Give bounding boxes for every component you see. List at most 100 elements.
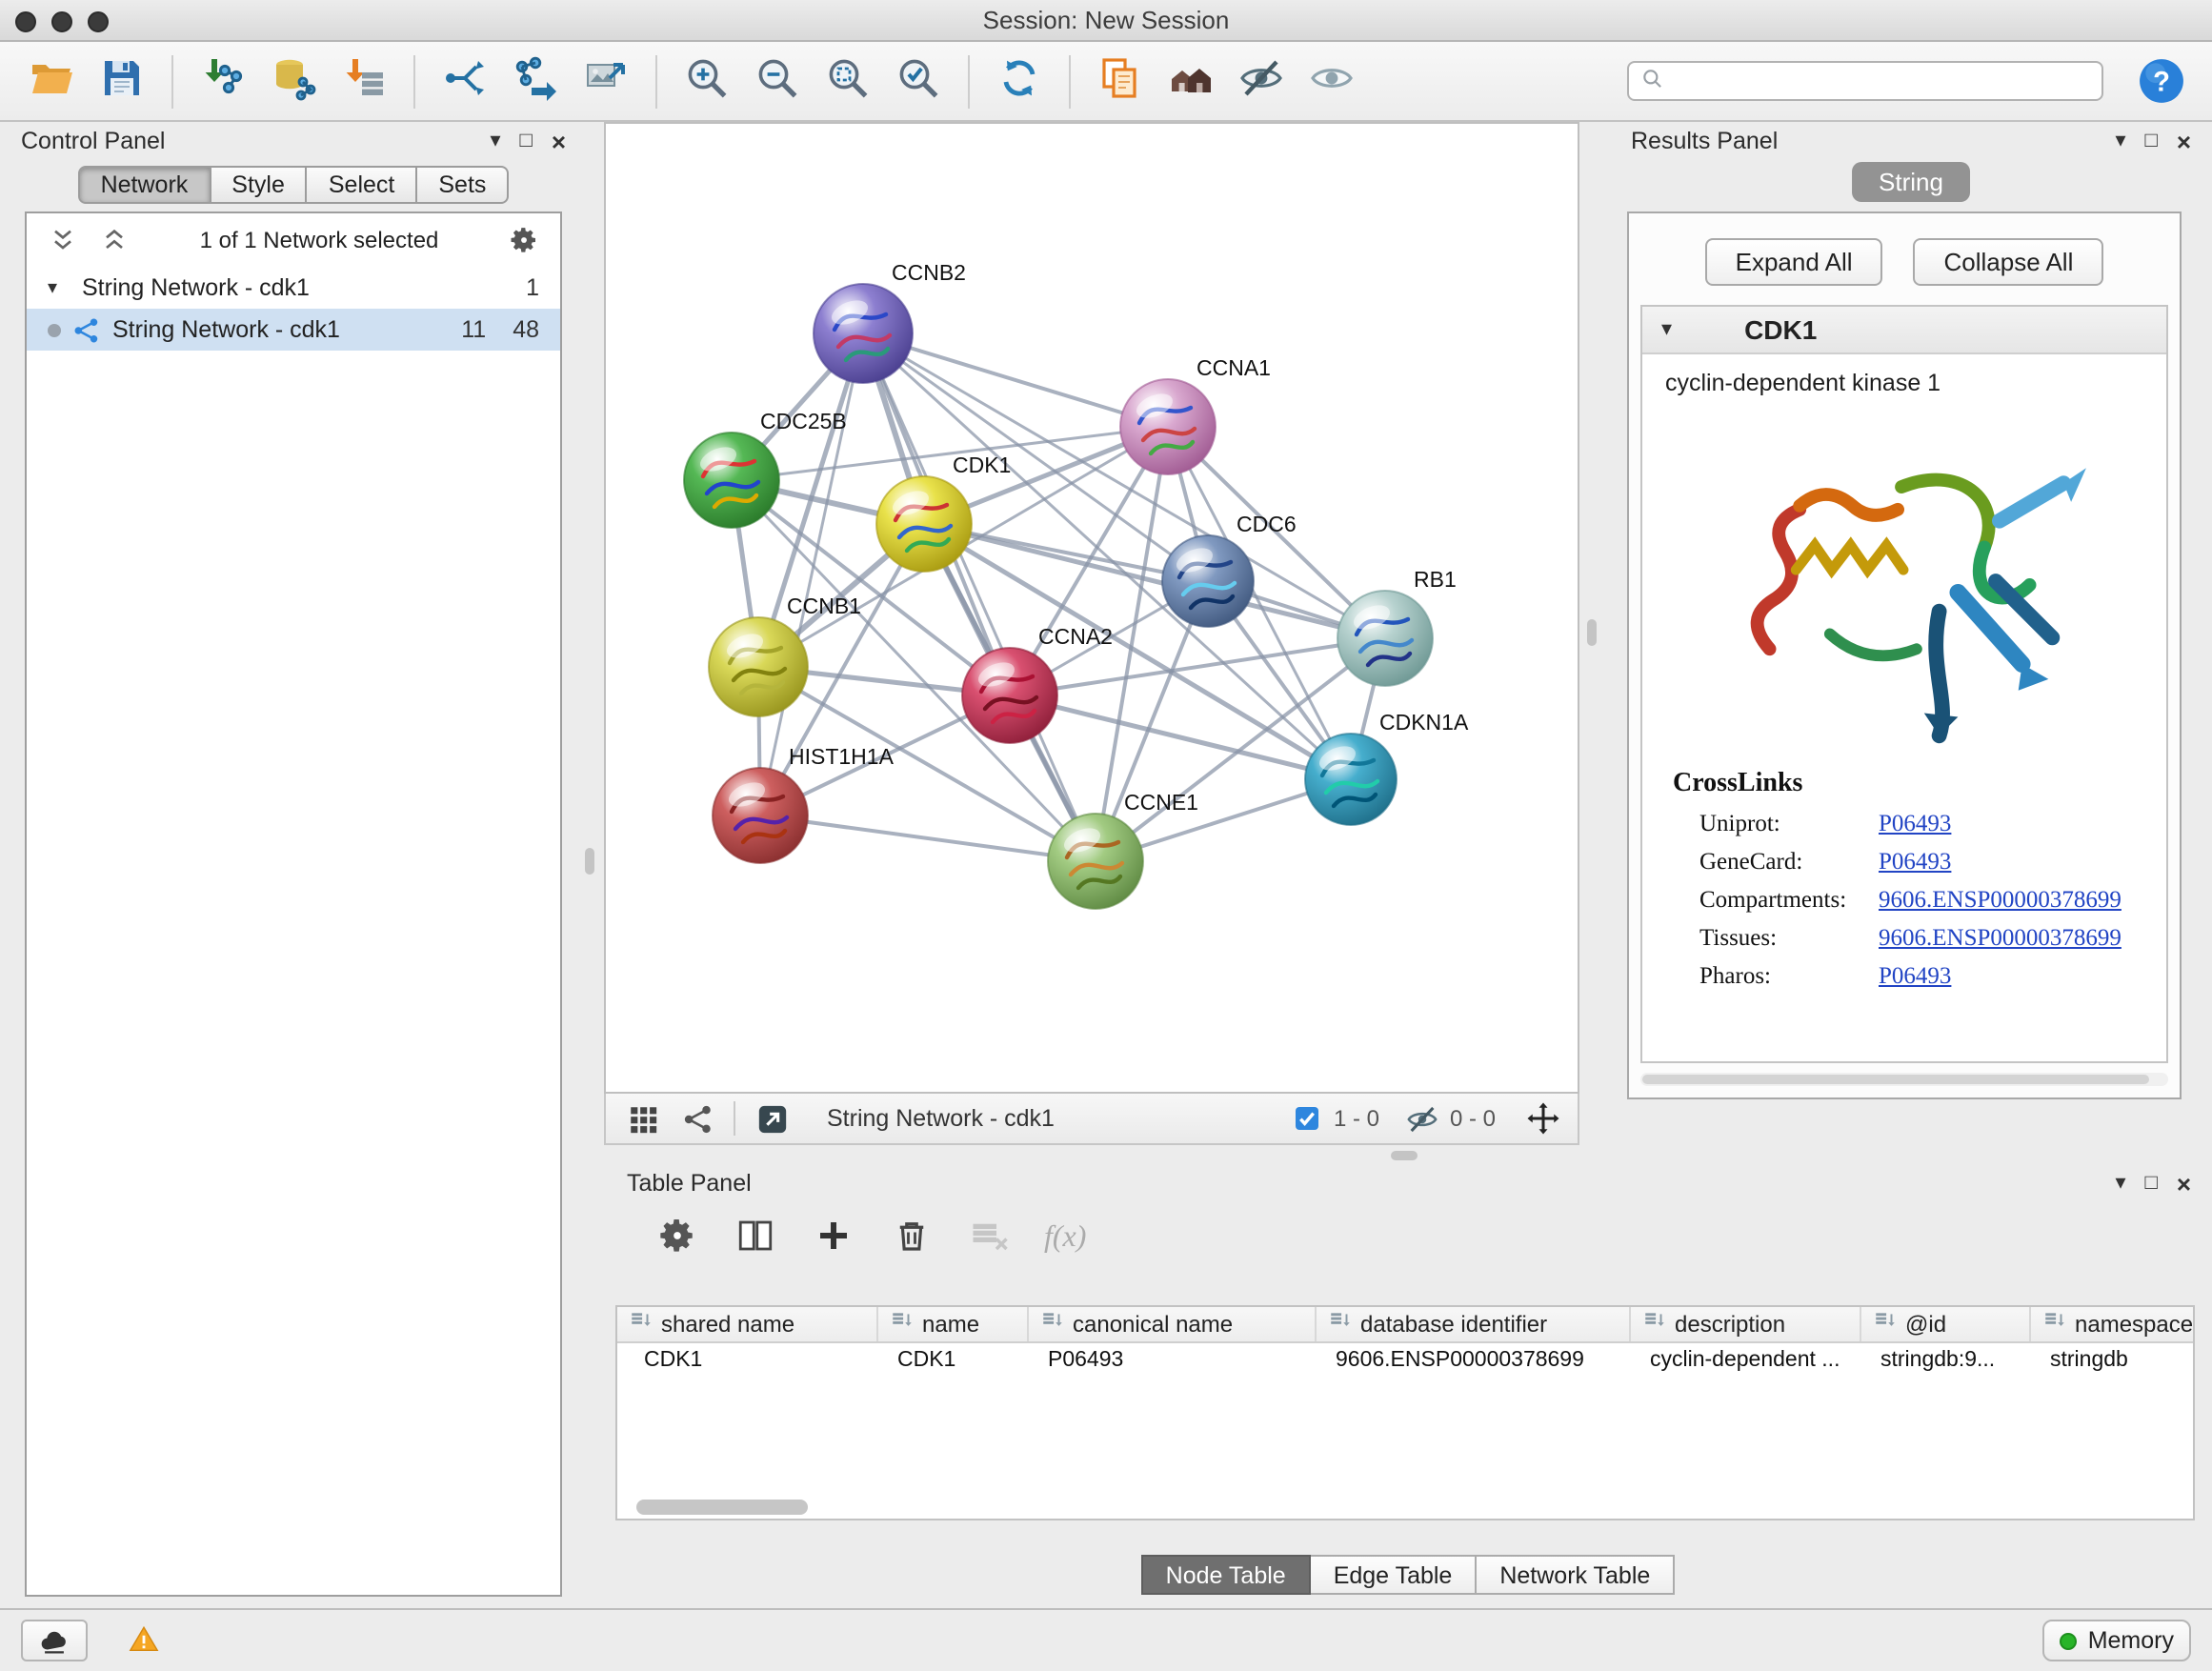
column-header-namespace[interactable]: namespace (2031, 1307, 2195, 1341)
protein-description: cyclin-dependent kinase 1 (1642, 354, 2166, 400)
tab-style[interactable]: Style (211, 166, 308, 204)
zoom-selected-button[interactable] (890, 52, 947, 110)
crosslink-value-link[interactable]: P06493 (1879, 848, 1951, 876)
tree-expander-icon[interactable]: ▾ (48, 277, 70, 298)
birds-eye-view-icon[interactable] (753, 1099, 791, 1137)
network-overview-icon[interactable] (678, 1099, 716, 1137)
zoom-fit-button[interactable] (819, 52, 876, 110)
network-edge[interactable] (863, 333, 1096, 861)
share-network-button[interactable] (436, 52, 493, 110)
network-graph[interactable]: CCNB2CCNA1CDC25BCDK1CDC6RB1CCNB1CCNA2CDK… (606, 124, 1578, 1092)
column-header-name[interactable]: name (878, 1307, 1029, 1341)
grid-x-button[interactable] (966, 1216, 1012, 1261)
protein-section-header[interactable]: ▾ CDK1 (1642, 307, 2166, 354)
first-neighbors-button[interactable] (1162, 52, 1219, 110)
panel-menu-icon[interactable]: ▾ (490, 131, 500, 151)
column-header-shared-name[interactable]: shared name (617, 1307, 878, 1341)
tab-select[interactable]: Select (308, 166, 418, 204)
expand-all-networks-button[interactable] (95, 221, 133, 259)
panel-menu-icon[interactable]: ▾ (2115, 1173, 2125, 1194)
table-horizontal-scrollbar[interactable] (621, 1500, 2189, 1515)
crosslink-value-link[interactable]: 9606.ENSP00000378699 (1879, 924, 2122, 953)
network-options-gear-icon[interactable] (505, 221, 543, 259)
close-panel-icon[interactable]: × (2177, 1171, 2191, 1196)
crosslinks-title: CrossLinks (1673, 770, 2166, 800)
help-button[interactable]: ? (2136, 56, 2185, 106)
network-node-ccnb2[interactable]: CCNB2 (814, 260, 966, 383)
section-collapse-icon[interactable]: ▾ (1661, 319, 1672, 340)
open-folder-button[interactable] (23, 52, 80, 110)
network-node-rb1[interactable]: RB1 (1337, 567, 1457, 686)
search-box[interactable] (1627, 61, 2103, 101)
bottom-splitter-handle[interactable] (1391, 1151, 1418, 1160)
column-header-canonical-name[interactable]: canonical name (1029, 1307, 1317, 1341)
tab-node-table[interactable]: Node Table (1141, 1555, 1311, 1595)
show-all-button[interactable] (1303, 52, 1360, 110)
export-image-button[interactable] (577, 52, 634, 110)
cloud-button[interactable] (21, 1620, 88, 1661)
expand-all-button[interactable]: Expand All (1705, 238, 1883, 286)
selected-checkbox-icon[interactable] (1292, 1103, 1322, 1134)
float-panel-icon[interactable]: □ (2145, 1173, 2158, 1194)
float-panel-icon[interactable]: □ (2145, 131, 2158, 151)
import-network-db-button[interactable] (265, 52, 322, 110)
save-button[interactable] (93, 52, 151, 110)
close-panel-icon[interactable]: × (552, 129, 566, 153)
tab-network[interactable]: Network (78, 166, 211, 204)
hidden-eye-icon[interactable] (1406, 1102, 1438, 1135)
zoom-out-button[interactable] (749, 52, 806, 110)
network-node-hist1h1a[interactable]: HIST1H1A (713, 744, 895, 863)
right-splitter-handle[interactable] (1587, 619, 1597, 646)
columns-button[interactable] (732, 1216, 777, 1261)
network-row-selected[interactable]: String Network - cdk1 11 48 (27, 309, 560, 351)
collapse-all-networks-button[interactable] (44, 221, 82, 259)
crosslink-label: Compartments: (1699, 886, 1879, 915)
grid-view-icon[interactable] (623, 1099, 661, 1137)
search-icon (1640, 66, 1665, 96)
export-image-icon (583, 55, 629, 107)
function-builder-icon[interactable]: f(x) (1044, 1221, 1086, 1256)
plus-button[interactable] (810, 1216, 855, 1261)
network-collection-row[interactable]: ▾ String Network - cdk1 1 (27, 267, 560, 309)
search-input[interactable] (1673, 68, 2090, 94)
tab-edge-table[interactable]: Edge Table (1311, 1555, 1478, 1595)
crosslink-value-link[interactable]: 9606.ENSP00000378699 (1879, 886, 2122, 915)
gear-button[interactable] (654, 1216, 699, 1261)
column-header--id[interactable]: @id (1861, 1307, 2031, 1341)
import-network-file-button[interactable] (194, 52, 251, 110)
crosslink-value-link[interactable]: P06493 (1879, 962, 1951, 991)
string-results-tab[interactable]: String (1852, 162, 1970, 202)
memory-button[interactable]: Memory (2042, 1620, 2191, 1661)
close-panel-icon[interactable]: × (2177, 129, 2191, 153)
collapse-all-button[interactable]: Collapse All (1914, 238, 2104, 286)
cloud-icon (38, 1624, 70, 1657)
pan-move-icon[interactable] (1526, 1101, 1560, 1136)
import-table-button[interactable] (335, 52, 392, 110)
network-canvas[interactable]: CCNB2CCNA1CDC25BCDK1CDC6RB1CCNB1CCNA2CDK… (604, 122, 1579, 1094)
left-splitter-handle[interactable] (585, 848, 594, 875)
refresh-button[interactable] (991, 52, 1048, 110)
trash-button[interactable] (888, 1216, 934, 1261)
tab-network-table[interactable]: Network Table (1477, 1555, 1675, 1595)
trash-icon (891, 1216, 931, 1261)
node-label: CDKN1A (1379, 710, 1469, 735)
panel-menu-icon[interactable]: ▾ (2115, 131, 2125, 151)
tab-sets[interactable]: Sets (417, 166, 509, 204)
hide-selected-button[interactable] (1233, 52, 1290, 110)
warning-button[interactable] (112, 1620, 177, 1661)
network-node-cdk1[interactable]: CDK1 (876, 453, 1011, 572)
column-header-description[interactable]: description (1631, 1307, 1861, 1341)
export-network-button[interactable] (507, 52, 564, 110)
network-edge[interactable] (760, 815, 1096, 861)
column-header-database-identifier[interactable]: database identifier (1317, 1307, 1631, 1341)
network-node-ccnb1[interactable]: CCNB1 (709, 594, 861, 716)
network-node-ccna1[interactable]: CCNA1 (1120, 355, 1271, 474)
table-cell: cyclin-dependent ... (1631, 1343, 1861, 1378)
zoom-in-button[interactable] (678, 52, 735, 110)
float-panel-icon[interactable]: □ (520, 131, 533, 151)
crosslink-value-link[interactable]: P06493 (1879, 810, 1951, 838)
results-horizontal-scrollbar[interactable] (1640, 1073, 2168, 1086)
table-row[interactable]: CDK1CDK1P064939606.ENSP00000378699cyclin… (617, 1343, 2193, 1378)
copy-document-button[interactable] (1092, 52, 1149, 110)
network-node-cdkn1a[interactable]: CDKN1A (1305, 710, 1469, 825)
